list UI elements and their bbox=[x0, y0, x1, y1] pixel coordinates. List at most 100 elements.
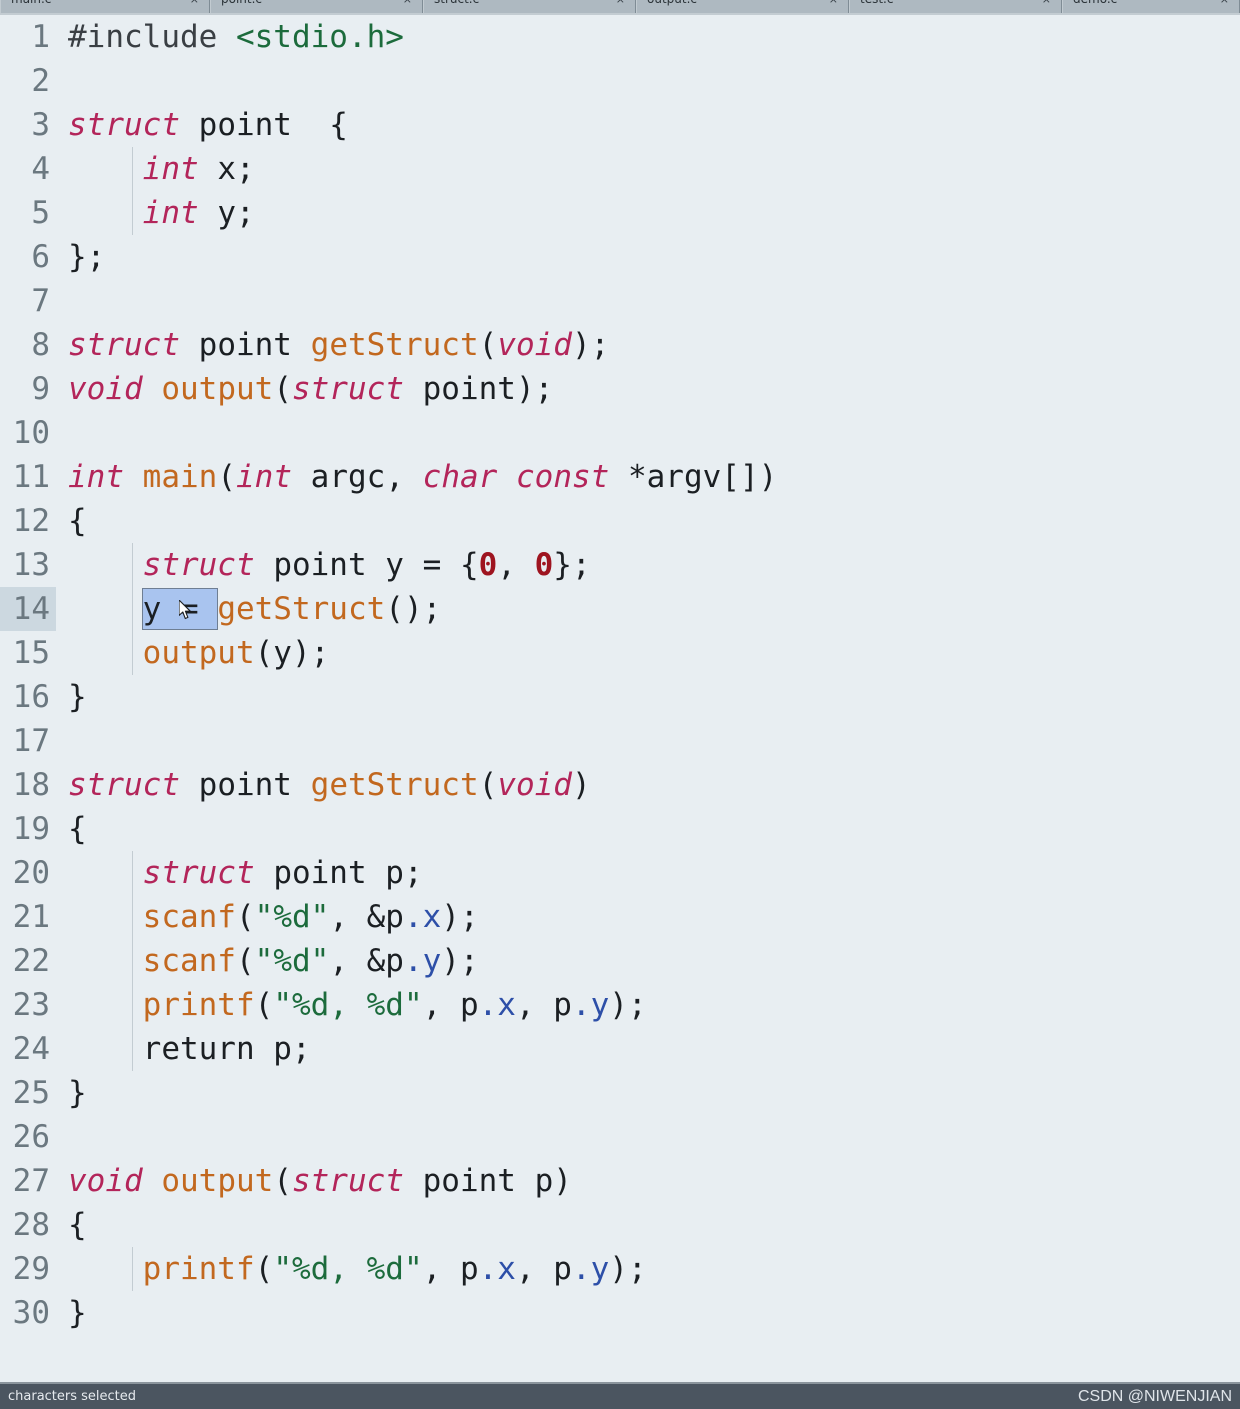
code-line[interactable]: 10 bbox=[0, 411, 1240, 455]
line-content[interactable] bbox=[56, 279, 1240, 323]
status-selection-text: characters selected bbox=[8, 1389, 137, 1404]
line-content[interactable]: output(y); bbox=[56, 631, 1240, 675]
line-content[interactable] bbox=[56, 719, 1240, 763]
line-content[interactable]: scanf("%d", &p.x); bbox=[56, 895, 1240, 939]
line-content[interactable]: struct point y = {0, 0}; bbox=[56, 543, 1240, 587]
code-line[interactable]: 17 bbox=[0, 719, 1240, 763]
line-content[interactable]: int x; bbox=[56, 147, 1240, 191]
line-number: 4 bbox=[31, 151, 50, 187]
code-line[interactable]: 15 output(y); bbox=[0, 631, 1240, 675]
line-content[interactable]: printf("%d, %d", p.x, p.y); bbox=[56, 983, 1240, 1027]
code-line[interactable]: 13 struct point y = {0, 0}; bbox=[0, 543, 1240, 587]
code-line[interactable]: 9 void output(struct point); bbox=[0, 367, 1240, 411]
line-content[interactable]: void output(struct point); bbox=[56, 367, 1240, 411]
line-content[interactable]: { bbox=[56, 499, 1240, 543]
editor-tab-bar[interactable]: main.c × point.c × struct.c × output.c × test.c ×… bbox=[0, 0, 1240, 15]
indent-guide bbox=[132, 851, 133, 895]
line-content[interactable]: } bbox=[56, 1291, 1240, 1335]
line-number: 8 bbox=[31, 327, 50, 363]
line-number: 30 bbox=[12, 1295, 50, 1331]
line-number: 21 bbox=[12, 899, 50, 935]
code-line[interactable]: 29 printf("%d, %d", p.x, p.y); bbox=[0, 1247, 1240, 1291]
close-icon[interactable]: × bbox=[190, 0, 199, 5]
code-line[interactable]: 7 bbox=[0, 279, 1240, 323]
line-content[interactable]: }; bbox=[56, 235, 1240, 279]
line-number: 5 bbox=[31, 195, 50, 231]
code-line[interactable]: 12 { bbox=[0, 499, 1240, 543]
code-line[interactable]: 23 printf("%d, %d", p.x, p.y); bbox=[0, 983, 1240, 1027]
line-number: 19 bbox=[12, 811, 50, 847]
line-content[interactable] bbox=[56, 411, 1240, 455]
indent-guide bbox=[132, 147, 133, 191]
text-selection[interactable]: y = bbox=[141, 588, 219, 630]
line-content[interactable]: } bbox=[56, 1071, 1240, 1115]
code-line[interactable]: 19 { bbox=[0, 807, 1240, 851]
code-line[interactable]: 11 int main(int argc, char const *argv[]… bbox=[0, 455, 1240, 499]
code-line[interactable]: 18 struct point getStruct(void) bbox=[0, 763, 1240, 807]
editor-tab[interactable]: main.c × bbox=[0, 0, 210, 13]
line-content[interactable]: scanf("%d", &p.y); bbox=[56, 939, 1240, 983]
editor-tab[interactable]: struct.c × bbox=[423, 0, 636, 13]
close-icon[interactable]: × bbox=[403, 0, 412, 5]
tab-label: demo.c bbox=[1073, 0, 1117, 5]
code-line[interactable]: 24 return p; bbox=[0, 1027, 1240, 1071]
line-content[interactable]: struct point { bbox=[56, 103, 1240, 147]
line-content[interactable]: return p; bbox=[56, 1027, 1240, 1071]
editor-tab[interactable]: point.c × bbox=[210, 0, 423, 13]
code-line[interactable]: 5 int y; bbox=[0, 191, 1240, 235]
line-number: 10 bbox=[12, 415, 50, 451]
line-number: 1 bbox=[31, 19, 50, 55]
code-line[interactable]: 2 bbox=[0, 59, 1240, 103]
line-content[interactable]: struct point p; bbox=[56, 851, 1240, 895]
line-number: 6 bbox=[31, 239, 50, 275]
tab-label: struct.c bbox=[434, 0, 479, 5]
code-line[interactable]: 4 int x; bbox=[0, 147, 1240, 191]
line-number: 24 bbox=[12, 1031, 50, 1067]
line-content[interactable]: y = getStruct(); bbox=[56, 587, 1240, 631]
line-number: 18 bbox=[12, 767, 50, 803]
code-line-active[interactable]: 14 y = getStruct(); bbox=[0, 587, 1240, 631]
code-line[interactable]: 30 } bbox=[0, 1291, 1240, 1335]
line-number: 27 bbox=[12, 1163, 50, 1199]
code-line[interactable]: 6 }; bbox=[0, 235, 1240, 279]
line-content[interactable] bbox=[56, 1115, 1240, 1159]
line-content[interactable]: { bbox=[56, 1203, 1240, 1247]
editor-tab[interactable]: test.c × bbox=[849, 0, 1062, 13]
watermark: CSDN @NIWENJIAN bbox=[1077, 1387, 1232, 1405]
line-content[interactable]: int y; bbox=[56, 191, 1240, 235]
code-line[interactable]: 27 void output(struct point p) bbox=[0, 1159, 1240, 1203]
indent-guide bbox=[132, 895, 133, 939]
close-icon[interactable]: × bbox=[829, 0, 838, 5]
line-content[interactable]: int main(int argc, char const *argv[]) bbox=[56, 455, 1240, 499]
line-content[interactable]: struct point getStruct(void); bbox=[56, 323, 1240, 367]
editor-tab[interactable]: output.c × bbox=[636, 0, 849, 13]
tab-label: point.c bbox=[221, 0, 262, 5]
code-line[interactable]: 22 scanf("%d", &p.y); bbox=[0, 939, 1240, 983]
line-content[interactable]: } bbox=[56, 675, 1240, 719]
code-line[interactable]: 3 struct point { bbox=[0, 103, 1240, 147]
code-line[interactable]: 16 } bbox=[0, 675, 1240, 719]
line-content[interactable]: { bbox=[56, 807, 1240, 851]
indent-guide bbox=[132, 1027, 133, 1071]
code-line[interactable]: 20 struct point p; bbox=[0, 851, 1240, 895]
line-content[interactable]: struct point getStruct(void) bbox=[56, 763, 1240, 807]
code-editor[interactable]: 1 #include <stdio.h> 2 3 struct point { … bbox=[0, 15, 1240, 1394]
code-line[interactable]: 26 bbox=[0, 1115, 1240, 1159]
line-content[interactable]: printf("%d, %d", p.x, p.y); bbox=[56, 1247, 1240, 1291]
line-content[interactable]: void output(struct point p) bbox=[56, 1159, 1240, 1203]
close-icon[interactable]: × bbox=[616, 0, 625, 5]
code-line[interactable]: 8 struct point getStruct(void); bbox=[0, 323, 1240, 367]
indent-guide bbox=[132, 543, 133, 587]
code-line[interactable]: 1 #include <stdio.h> bbox=[0, 15, 1240, 59]
close-icon[interactable]: × bbox=[1042, 0, 1051, 5]
code-line[interactable]: 28 { bbox=[0, 1203, 1240, 1247]
line-content[interactable] bbox=[56, 59, 1240, 103]
line-number: 14 bbox=[0, 587, 56, 631]
code-line[interactable]: 25 } bbox=[0, 1071, 1240, 1115]
indent-guide bbox=[132, 983, 133, 1027]
line-content[interactable]: #include <stdio.h> bbox=[56, 15, 1240, 59]
editor-tab[interactable]: demo.c × bbox=[1062, 0, 1240, 13]
line-number: 29 bbox=[12, 1251, 50, 1287]
close-icon[interactable]: × bbox=[1220, 0, 1229, 5]
code-line[interactable]: 21 scanf("%d", &p.x); bbox=[0, 895, 1240, 939]
